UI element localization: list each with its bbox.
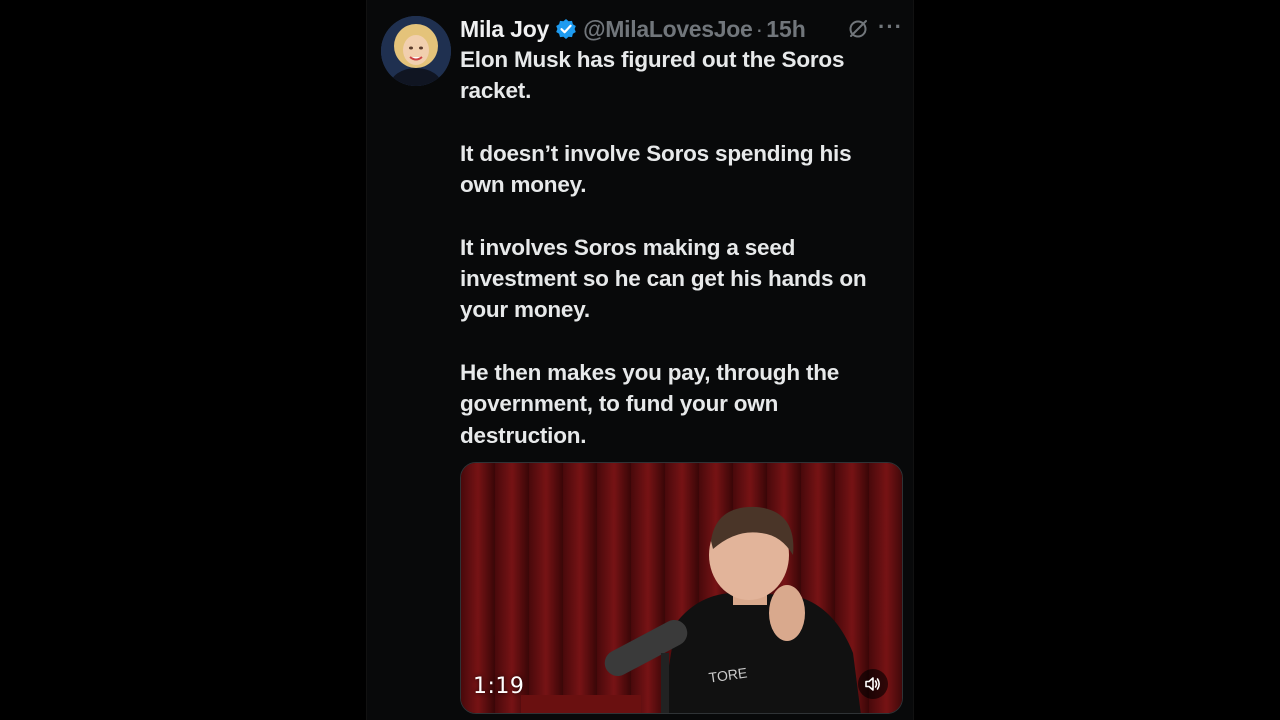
- tweet-paragraph: It doesn’t involve Soros spending his ow…: [460, 140, 852, 198]
- avatar[interactable]: [381, 16, 451, 86]
- mute-button[interactable]: [858, 669, 888, 699]
- more-options-icon[interactable]: ···: [878, 16, 902, 40]
- tweet-timestamp[interactable]: 15h: [766, 16, 806, 43]
- tweet-paragraph: It involves Soros making a seed investme…: [460, 234, 867, 323]
- speaker-icon: [865, 677, 880, 691]
- separator-dot: ·: [755, 15, 764, 42]
- author-handle[interactable]: @MilaLovesJoe: [583, 16, 753, 43]
- tweet-container: Mila Joy @MilaLovesJoe · 15h ··· Elon Mu…: [366, 0, 914, 720]
- tweet-paragraph: He then makes you pay, through the gover…: [460, 359, 840, 448]
- verified-badge-icon: [555, 18, 577, 40]
- video-thumbnail: TORE: [461, 463, 902, 713]
- video-player[interactable]: TORE 1:19: [460, 462, 903, 714]
- grok-icon[interactable]: [847, 18, 869, 40]
- video-frame: Mila Joy @MilaLovesJoe · 15h ··· Elon Mu…: [0, 0, 1280, 720]
- tweet-text: Elon Musk has figured out the Soros rack…: [460, 44, 900, 451]
- tweet-header: Mila Joy @MilaLovesJoe · 15h: [460, 12, 910, 46]
- video-duration: 1:19: [473, 674, 525, 699]
- tweet-paragraph: Elon Musk has figured out the Soros rack…: [460, 47, 845, 104]
- author-name[interactable]: Mila Joy: [460, 16, 549, 43]
